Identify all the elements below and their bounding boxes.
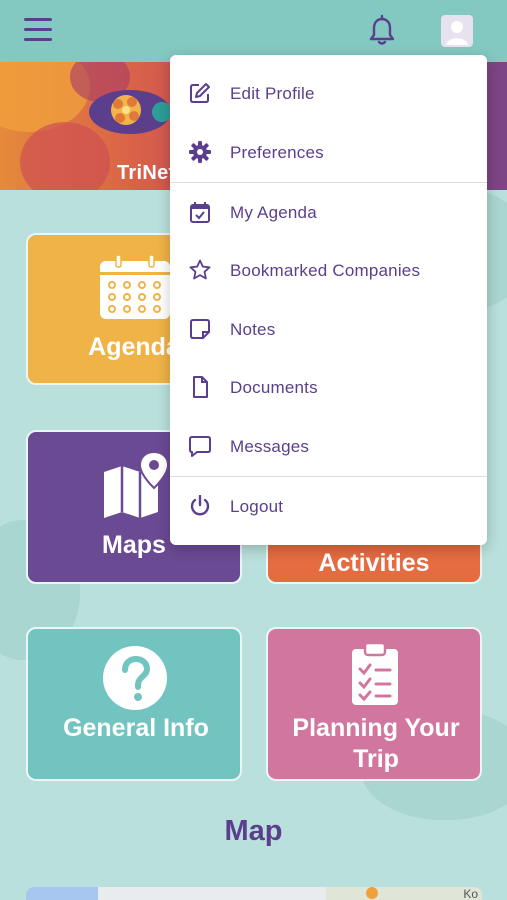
menu-label-edit-profile: Edit Profile — [230, 84, 315, 103]
map-pin-icon — [104, 450, 170, 518]
menu-label-preferences: Preferences — [230, 143, 324, 162]
edit-icon — [190, 83, 210, 103]
general-info-tile[interactable]: General Info — [26, 627, 242, 781]
menu-label-notes: Notes — [230, 320, 276, 339]
map-preview[interactable]: Ko — [26, 887, 482, 900]
note-icon — [190, 319, 210, 339]
menu-item-preferences[interactable]: Preferences — [170, 125, 487, 181]
menu-item-bookmarked-companies[interactable]: Bookmarked Companies — [170, 243, 487, 299]
hamburger-icon[interactable] — [24, 18, 52, 44]
menu-label-documents: Documents — [230, 378, 318, 397]
menu-divider — [170, 182, 487, 183]
planning-trip-tile[interactable]: Planning Your Trip — [266, 627, 482, 781]
menu-item-documents[interactable]: Documents — [170, 360, 487, 416]
menu-label-my-agenda: My Agenda — [230, 203, 317, 222]
document-icon — [193, 376, 208, 398]
planning-trip-tile-label: Planning Your Trip — [292, 714, 460, 773]
menu-item-messages[interactable]: Messages — [170, 419, 487, 475]
bell-icon[interactable] — [366, 14, 398, 48]
menu-item-logout[interactable]: Logout — [170, 479, 487, 535]
message-icon — [189, 436, 211, 457]
menu-item-my-agenda[interactable]: My Agenda — [170, 185, 487, 241]
calendar-check-icon — [190, 202, 210, 223]
map-section-title: Map — [224, 815, 283, 847]
banner-title: TriNet — [117, 162, 176, 184]
checklist-icon — [352, 641, 398, 705]
calendar-icon — [100, 255, 170, 319]
gear-icon — [189, 141, 211, 163]
surfboard-logo — [89, 90, 172, 134]
top-bar — [0, 0, 507, 62]
general-info-tile-label: General Info — [63, 714, 209, 742]
activities-tile-label: Activities — [318, 549, 430, 577]
menu-label-bookmarked-companies: Bookmarked Companies — [230, 261, 421, 280]
menu-item-edit-profile[interactable]: Edit Profile — [170, 66, 487, 122]
avatar-icon[interactable] — [441, 15, 473, 47]
power-icon — [190, 495, 210, 516]
question-circle-icon — [103, 646, 167, 710]
map-preview-label: Ko — [463, 887, 478, 900]
menu-item-notes[interactable]: Notes — [170, 302, 487, 358]
menu-label-messages: Messages — [230, 437, 310, 456]
menu-label-logout: Logout — [230, 497, 284, 516]
star-icon — [189, 259, 211, 280]
menu-divider — [170, 476, 487, 477]
profile-dropdown-menu: Edit Profile Preferences My Agenda Bookm… — [170, 55, 487, 545]
